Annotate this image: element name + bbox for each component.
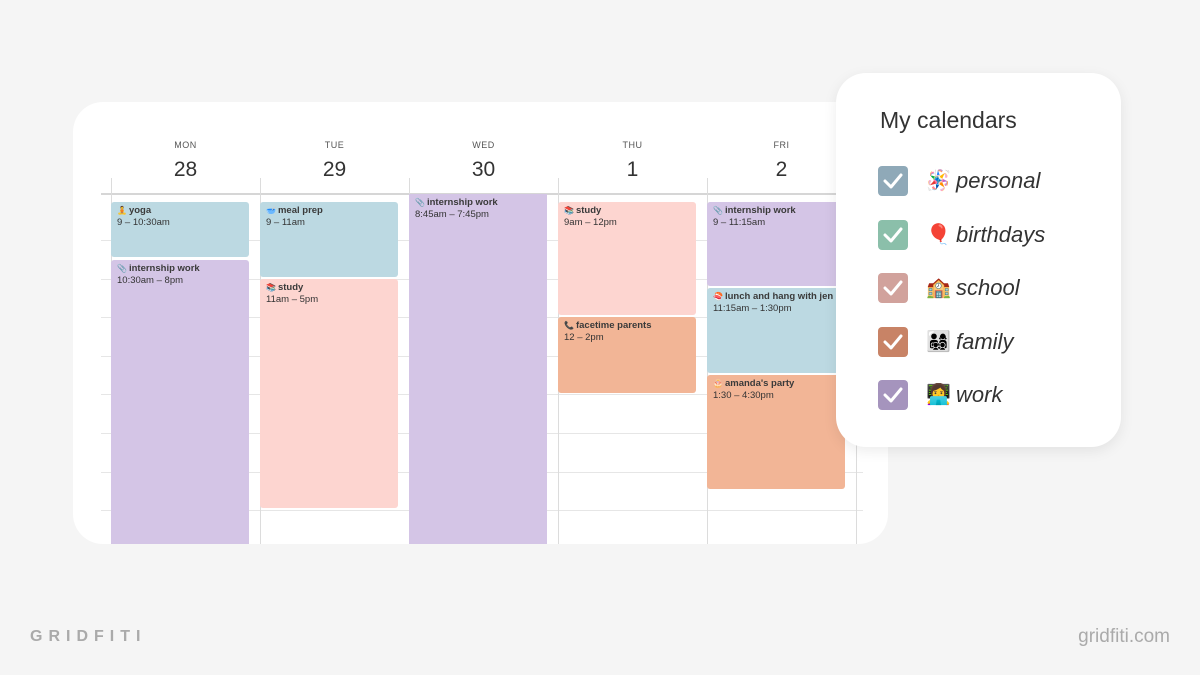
day-number: 28 xyxy=(173,158,198,181)
calendar-item-birthdays[interactable]: 🎈 birthdays xyxy=(878,220,1098,252)
event-meal-prep[interactable]: 🥣 meal prep 9 – 11am xyxy=(260,202,398,277)
event-time: 11am – 5pm xyxy=(266,294,319,305)
event-title: internship work xyxy=(724,205,796,216)
event-time: 10:30am – 8pm xyxy=(117,275,184,286)
calendar-item-work[interactable]: 👩‍💻 work xyxy=(878,380,1098,412)
event-title: yoga xyxy=(128,205,152,216)
calendar-label: school xyxy=(956,275,1020,300)
my-calendars-panel: My calendars 🪅 personal 🎈 birthdays 🏫 sc… xyxy=(836,73,1121,447)
calendar-label: birthdays xyxy=(956,222,1046,247)
event-title: lunch and hang with jen xyxy=(724,291,834,302)
calendar-label: work xyxy=(956,382,1003,407)
paperclip-icon: 📎 xyxy=(117,264,127,273)
event-internship-work[interactable]: 📎 internship work 10:30am – 8pm xyxy=(111,260,249,544)
check-icon xyxy=(883,334,903,350)
brand-logo: GRIDFITI xyxy=(30,628,147,645)
check-icon xyxy=(883,387,903,403)
checkbox-work[interactable] xyxy=(878,380,908,410)
day-of-week: TUE xyxy=(324,140,345,150)
calendar-item-personal[interactable]: 🪅 personal xyxy=(878,166,1098,198)
check-icon xyxy=(883,227,903,243)
paperclip-icon: 📎 xyxy=(713,206,723,215)
event-study[interactable]: 📚 study 11am – 5pm xyxy=(260,279,398,508)
event-yoga[interactable]: 🧘 yoga 9 – 10:30am xyxy=(111,202,249,257)
event-title: study xyxy=(575,205,602,216)
event-time: 9 – 11:15am xyxy=(713,217,766,228)
event-amandas-party[interactable]: 🎂 amanda's party 1:30 – 4:30pm xyxy=(707,375,845,489)
event-internship-work[interactable]: 📎 internship work 9 – 11:15am xyxy=(707,202,845,286)
event-time: 9 – 10:30am xyxy=(117,217,170,228)
day-number: 2 xyxy=(775,158,788,181)
phone-icon: 📞 xyxy=(564,321,574,330)
checkbox-school[interactable] xyxy=(878,273,908,303)
family-icon: 👨‍👩‍👧‍👦 xyxy=(926,331,951,353)
books-icon: 📚 xyxy=(564,206,574,215)
paperclip-icon: 📎 xyxy=(415,198,425,207)
event-title: meal prep xyxy=(277,205,323,216)
event-study[interactable]: 📚 study 9am – 12pm xyxy=(558,202,696,315)
panel-title: My calendars xyxy=(880,107,1017,133)
week-calendar: MON 28 TUE 29 WED 30 THU 1 FRI 2 🧘 yoga 9… xyxy=(73,102,888,544)
check-icon xyxy=(883,280,903,296)
calendar-label: personal xyxy=(956,168,1041,193)
event-facetime-parents[interactable]: 📞 facetime parents 12 – 2pm xyxy=(558,317,696,393)
event-title: study xyxy=(277,282,304,293)
day-of-week: FRI xyxy=(773,140,790,150)
event-title: internship work xyxy=(426,197,498,208)
checkbox-personal[interactable] xyxy=(878,166,908,196)
event-time: 1:30 – 4:30pm xyxy=(713,390,774,401)
day-of-week: MON xyxy=(174,140,197,150)
event-time: 11:15am – 1:30pm xyxy=(713,303,792,314)
event-time: 12 – 2pm xyxy=(564,332,604,343)
event-time: 8:45am – 7:45pm xyxy=(415,209,489,220)
event-time: 9 – 11am xyxy=(266,217,305,228)
sushi-icon: 🍣 xyxy=(713,292,723,301)
calendar-item-family[interactable]: 👨‍👩‍👧‍👦 family xyxy=(878,327,1098,359)
school-icon: 🏫 xyxy=(926,277,951,299)
calendar-label: family xyxy=(956,329,1014,354)
checkbox-family[interactable] xyxy=(878,327,908,357)
check-icon xyxy=(883,173,903,189)
day-number: 1 xyxy=(626,158,639,181)
pinata-icon: 🪅 xyxy=(926,170,951,192)
balloon-icon: 🎈 xyxy=(926,224,951,246)
event-title: facetime parents xyxy=(575,320,652,331)
calendar-item-school[interactable]: 🏫 school xyxy=(878,273,1098,305)
books-icon: 📚 xyxy=(266,283,276,292)
day-number: 30 xyxy=(471,158,496,181)
brand-url: gridfiti.com xyxy=(1078,626,1170,647)
event-title: amanda's party xyxy=(724,378,795,389)
day-of-week: THU xyxy=(622,140,643,150)
checkbox-birthdays[interactable] xyxy=(878,220,908,250)
meditation-icon: 🧘 xyxy=(117,206,127,215)
event-lunch-with-jen[interactable]: 🍣 lunch and hang with jen 11:15am – 1:30p… xyxy=(707,288,845,373)
cake-icon: 🎂 xyxy=(713,379,723,388)
bowl-icon: 🥣 xyxy=(266,206,276,215)
day-number: 29 xyxy=(322,158,347,181)
event-time: 9am – 12pm xyxy=(564,217,617,228)
event-internship-work[interactable]: 📎 internship work 8:45am – 7:45pm xyxy=(409,194,547,544)
day-of-week: WED xyxy=(472,140,495,150)
technologist-icon: 👩‍💻 xyxy=(926,384,951,406)
event-title: internship work xyxy=(128,263,200,274)
